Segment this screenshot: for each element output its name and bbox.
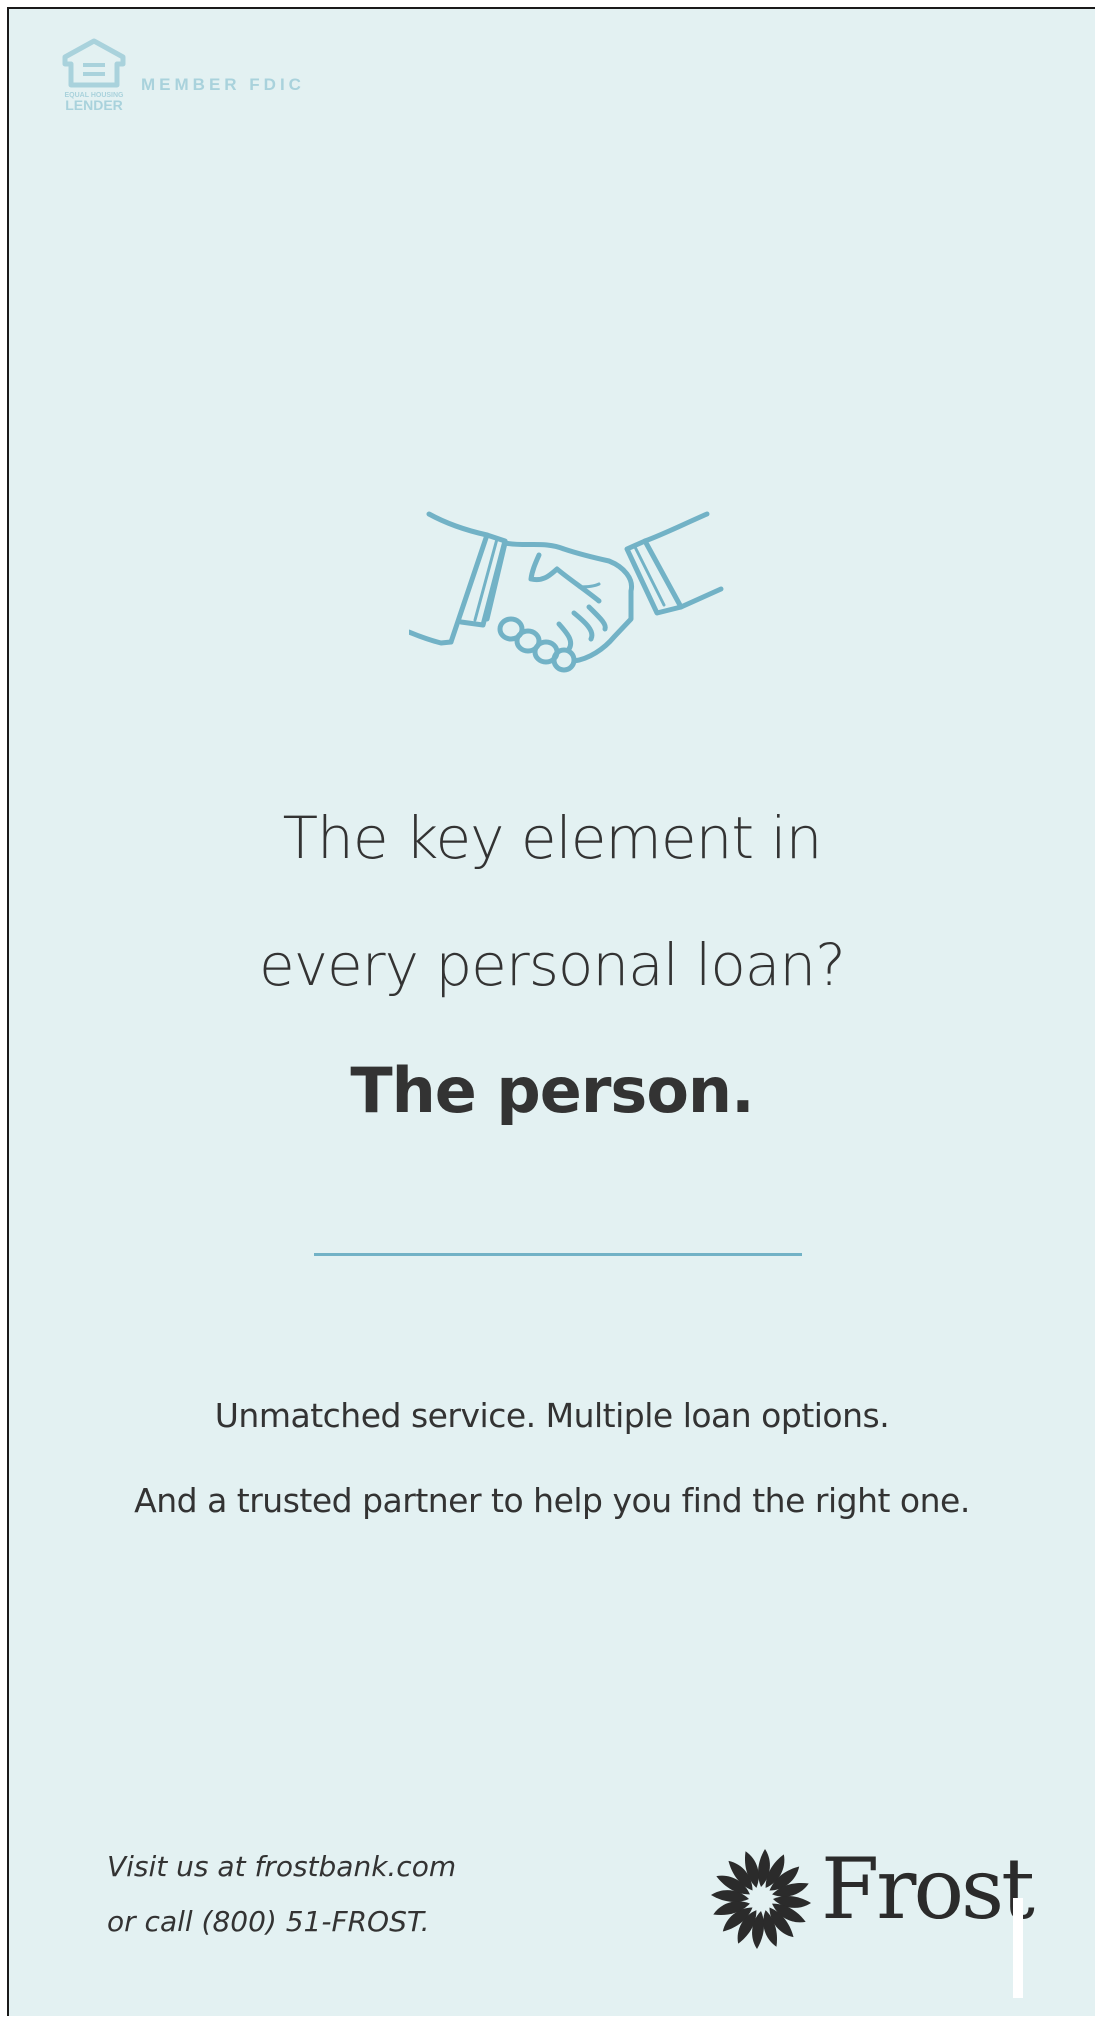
visit-website-text: Visit us at frostbank.com [107,1850,457,1883]
edge-mark [1013,1898,1023,1998]
ad-panel: EQUAL HOUSING LENDER MEMBER FDIC The key… [7,7,1095,2016]
headline-emphasis: The person. [350,1054,754,1127]
body-line-1: Unmatched service. Multiple loan options… [214,1396,890,1435]
handshake-icon [409,511,724,673]
headline-line-1: The key element in [282,804,823,872]
divider-line [314,1253,802,1256]
svg-text:LENDER: LENDER [65,97,123,113]
frost-logo-wordmark: Frost [821,1840,1035,1938]
equal-housing-lender-icon: EQUAL HOUSING LENDER [62,38,126,113]
frost-starburst-icon [711,1849,811,1949]
body-line-2: And a trusted partner to help you find t… [134,1481,970,1520]
headline-line-2: every personal loan? [259,931,846,999]
member-fdic-label: MEMBER FDIC [141,75,305,94]
call-phone-text: or call (800) 51-FROST. [107,1905,430,1938]
